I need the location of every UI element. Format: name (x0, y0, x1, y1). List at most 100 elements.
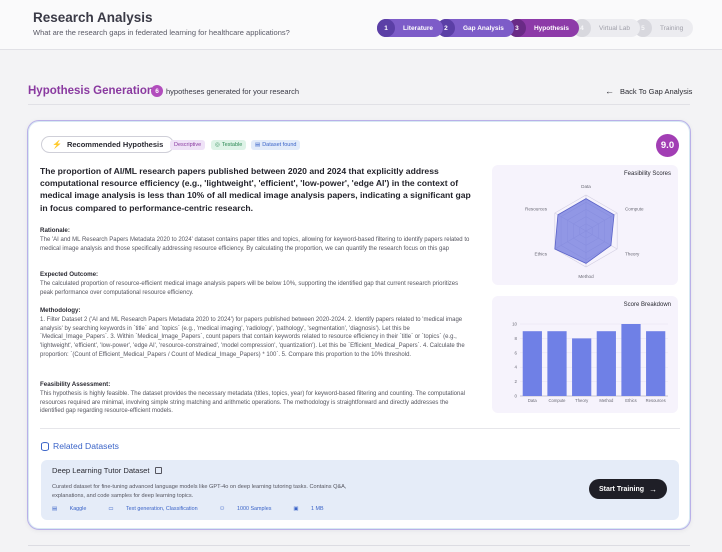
dataset-size: ▣ 1 MB (293, 506, 334, 512)
progress-stepper: 1 Literature 2 Gap Analysis 3 Hypothesis… (377, 19, 694, 37)
source-label: Kaggle (69, 506, 87, 512)
bar-resources (646, 331, 666, 396)
step-label: Hypothesis (533, 24, 569, 32)
hypothesis-card[interactable]: ⚡ Recommended Hypothesis Descriptive ◎ T… (27, 120, 691, 530)
file-icon: ▭ (108, 506, 115, 512)
score-chart-panel: Score Breakdown 0 2 4 6 8 10 Data Compute Theory… (492, 296, 678, 413)
external-link-icon[interactable] (154, 467, 162, 474)
bar-theory (572, 338, 592, 396)
start-training-button[interactable]: Start Training → (589, 479, 667, 499)
radar-chart: Data Compute Theory Method Ethics Resources (525, 184, 644, 279)
tag-descriptive: Descriptive (170, 140, 206, 150)
dataset-name: Deep Learning Tutor Dataset (52, 466, 150, 475)
bar-x-tick-label: Method (599, 398, 614, 403)
related-heading-label: Related Datasets (53, 441, 119, 451)
arrow-right-icon: → (649, 484, 658, 494)
source-icon: ▤ (52, 506, 59, 512)
related-datasets-heading: Related Datasets (41, 441, 119, 451)
tag-testable: ◎ Testable (211, 140, 247, 150)
step-hypothesis[interactable]: 3 Hypothesis (507, 19, 579, 37)
bolt-icon: ⚡ (52, 140, 62, 149)
dataset-source: ▤ Kaggle (52, 506, 97, 512)
start-training-label: Start Training (598, 485, 645, 493)
radar-axis-label: Compute (625, 207, 644, 212)
outcome-text: The calculated proportion of resource-ef… (40, 281, 459, 296)
section-divider (28, 104, 690, 105)
back-label: Back To Gap Analysis (620, 86, 693, 96)
recommended-label: Recommended Hypothesis (66, 140, 164, 149)
bar-ethics (621, 324, 641, 396)
methodology-text: 1. Filter Dataset 2 ('AI and ML Research… (40, 317, 465, 358)
app-title: Research Analysis (33, 10, 153, 25)
task-label: Text generation, Classification (125, 506, 198, 512)
score-badge: 9.0 (656, 134, 679, 157)
bar-data (522, 331, 542, 396)
step-gap-analysis[interactable]: 2 Gap Analysis (436, 19, 514, 37)
step-literature[interactable]: 1 Literature (377, 19, 443, 37)
step-label: Virtual Lab (598, 24, 630, 32)
tag-dataset-found: ▤ Dataset found (251, 140, 301, 150)
hypothesis-count: 6 hypotheses generated for your research (151, 85, 299, 97)
recommended-badge: ⚡ Recommended Hypothesis (41, 136, 175, 153)
dataset-description: Curated dataset for fine-tuning advanced… (52, 484, 347, 499)
bar-y-tick-label: 8 (515, 336, 518, 341)
feasibility-text: This hypothesis is highly feasible. The … (40, 391, 466, 415)
section-title: Hypothesis Generation (28, 85, 154, 97)
samples-label: 1000 Samples (236, 506, 272, 512)
bar-chart: 0 2 4 6 8 10 Data Compute Theory Method Ethics Reso… (512, 322, 668, 403)
users-icon: ⚇ (219, 506, 226, 512)
bar-x-tick-label: Resources (646, 398, 666, 403)
bar-y-tick-label: 6 (515, 350, 518, 355)
feasibility-chart-panel: Feasibility Scores Data Compute Theory Meth… (492, 165, 678, 285)
radar-axis-label: Resources (525, 207, 548, 212)
bar-x-tick-label: Compute (549, 398, 567, 403)
radar-axis-label: Ethics (535, 252, 548, 257)
bar-x-tick-label: Data (528, 398, 538, 403)
bar-compute (547, 331, 567, 396)
related-divider (40, 428, 680, 429)
outcome-heading: Expected Outcome: (40, 271, 99, 278)
dataset-task: ▭ Text generation, Classification (108, 506, 208, 512)
database-icon (41, 441, 49, 451)
step-label: Training (659, 24, 684, 32)
hypothesis-statement: The proportion of AI/ML research papers … (40, 166, 471, 213)
bar-x-tick-label: Ethics (625, 398, 636, 403)
count-text: hypotheses generated for your research (166, 86, 299, 96)
check-circle-icon: ◎ (215, 142, 220, 148)
step-number: 1 (377, 19, 395, 37)
dataset-card[interactable]: Deep Learning Tutor Dataset Curated data… (41, 460, 679, 520)
rationale-heading: Rationale: (40, 227, 70, 234)
database-icon: ▤ (255, 142, 261, 148)
radar-axis-label: Theory (625, 252, 640, 257)
step-virtual-lab[interactable]: 4 Virtual Lab (572, 19, 640, 37)
radar-axis-label: Data (581, 184, 591, 189)
step-training[interactable]: 5 Training (633, 19, 694, 37)
dataset-meta: ▤ Kaggle ▭ Text generation, Classificati… (52, 506, 346, 512)
storage-icon: ▣ (293, 506, 301, 512)
back-to-gap-analysis-button[interactable]: ← Back To Gap Analysis (605, 86, 692, 96)
bar-y-tick-label: 2 (515, 379, 518, 384)
radar-axis-label: Method (578, 274, 594, 279)
radar-series-area (554, 198, 615, 264)
bar-y-tick-label: 0 (515, 394, 518, 399)
count-badge: 6 (151, 85, 163, 97)
research-question: What are the research gaps in federated … (33, 28, 290, 37)
step-label: Gap Analysis (462, 24, 504, 32)
step-label: Literature (403, 24, 433, 32)
arrow-left-icon: ← (605, 86, 614, 96)
page: Research Analysis What are the research … (0, 0, 722, 552)
header: Research Analysis What are the research … (0, 0, 722, 50)
bar-y-tick-label: 4 (515, 365, 518, 370)
rationale-text: The 'AI and ML Research Papers Metadata … (40, 237, 470, 252)
footer-divider (28, 545, 690, 546)
feasibility-heading: Feasibility Assessment: (40, 381, 111, 388)
size-label: 1 MB (311, 506, 324, 512)
tag-testable-label: Testable (221, 142, 243, 148)
dataset-samples: ⚇ 1000 Samples (220, 506, 283, 512)
methodology-heading: Methodology: (40, 307, 81, 314)
bar-y-tick-label: 10 (512, 322, 517, 327)
dataset-name-link[interactable]: Deep Learning Tutor Dataset (52, 466, 162, 475)
bar-x-tick-label: Theory (575, 398, 589, 403)
bar-method (596, 331, 616, 396)
tag-dataset-label: Dataset found (262, 142, 297, 148)
